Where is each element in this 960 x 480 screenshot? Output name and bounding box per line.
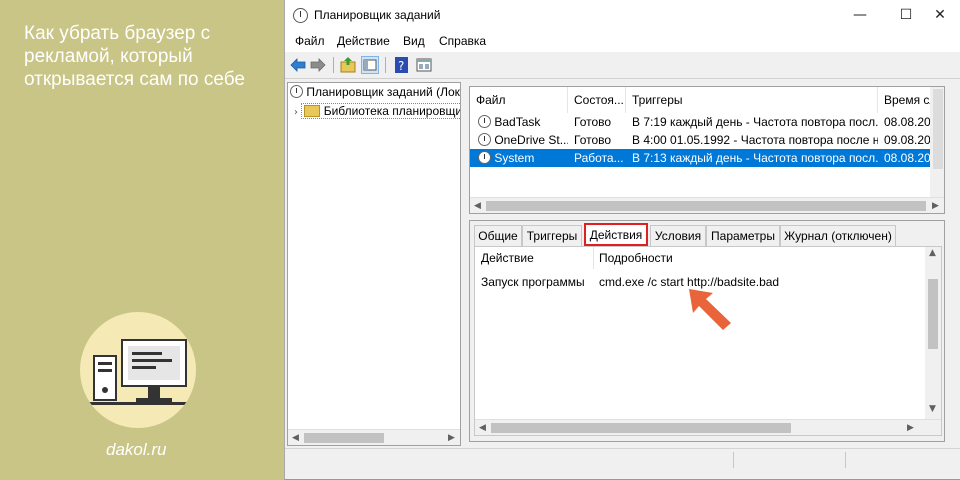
- help-icon[interactable]: ?: [393, 56, 411, 74]
- scroll-thumb[interactable]: [491, 423, 791, 433]
- task-trigger-cell: В 7:13 каждый день - Частота повтора пос…: [632, 151, 878, 165]
- task-name-cell: BadTask: [474, 113, 568, 131]
- menu-action[interactable]: Действие: [337, 34, 390, 48]
- scroll-thumb[interactable]: [486, 201, 926, 211]
- scroll-thumb[interactable]: [304, 433, 384, 443]
- menu-help[interactable]: Справка: [439, 34, 486, 48]
- task-name-cell: OneDrive St...: [474, 131, 568, 149]
- computer-logo-icon: [80, 312, 196, 428]
- title-bar: Планировщик заданий — ☐ ✕: [285, 0, 960, 30]
- column-divider: [593, 247, 594, 269]
- actions-header-action[interactable]: Действие: [481, 251, 534, 265]
- back-arrow-icon[interactable]: [289, 56, 307, 74]
- up-folder-icon[interactable]: [339, 56, 357, 74]
- tree-library-item[interactable]: › Библиотека планировщика заданий: [294, 103, 460, 121]
- article-banner: Как убрать браузер с рекламой, который о…: [0, 0, 284, 480]
- column-header-status[interactable]: Состоя...: [568, 87, 626, 113]
- task-scheduler-app-icon: [293, 8, 308, 23]
- navigation-tree: Планировщик заданий (Локальный) › Библио…: [287, 82, 461, 446]
- scroll-thumb[interactable]: [933, 89, 943, 169]
- forward-arrow-icon[interactable]: [309, 56, 327, 74]
- article-title: Как убрать браузер с рекламой, который о…: [24, 23, 245, 90]
- task-scheduler-window: Планировщик заданий — ☐ ✕ Файл Действие …: [284, 0, 960, 480]
- scroll-left-icon[interactable]: ◀: [474, 198, 481, 213]
- tab-general[interactable]: Общие: [474, 225, 522, 246]
- toolbar-separator: [333, 57, 334, 73]
- status-divider: [733, 452, 734, 468]
- scroll-right-icon[interactable]: ▶: [932, 198, 939, 213]
- tab-history[interactable]: Журнал (отключен): [780, 225, 896, 246]
- scroll-up-icon[interactable]: ▲: [929, 245, 936, 261]
- tree-root-item[interactable]: Планировщик заданий (Локальный): [290, 85, 460, 103]
- properties-icon[interactable]: [415, 56, 433, 74]
- task-list-horizontal-scrollbar[interactable]: ◀ ▶: [470, 197, 944, 213]
- action-type-cell[interactable]: Запуск программы: [481, 275, 585, 289]
- column-header-name[interactable]: Файл: [470, 87, 568, 113]
- chevron-right-icon[interactable]: ›: [294, 107, 298, 118]
- pointer-arrow-icon: [689, 289, 731, 330]
- scroll-right-icon[interactable]: ▶: [448, 430, 455, 446]
- tree-library-label: Библиотека планировщика заданий: [323, 104, 460, 118]
- toolbar-separator: [385, 57, 386, 73]
- status-bar: [285, 448, 960, 470]
- scheduler-folder-icon: [304, 105, 321, 117]
- toolbar: ?: [285, 52, 960, 79]
- site-name: dakol.ru: [106, 440, 167, 459]
- scroll-thumb[interactable]: [928, 279, 938, 349]
- task-status-cell: Работа...: [574, 151, 624, 165]
- scroll-down-icon[interactable]: ▼: [929, 401, 936, 417]
- tree-library-selected: Библиотека планировщика заданий: [301, 103, 460, 119]
- menu-view[interactable]: Вид: [403, 34, 425, 48]
- scroll-right-icon[interactable]: ▶: [907, 420, 914, 436]
- tab-parameters[interactable]: Параметры: [706, 225, 780, 246]
- task-clock-icon: [478, 133, 491, 146]
- menu-file[interactable]: Файл: [295, 34, 325, 48]
- actions-header-details[interactable]: Подробности: [599, 251, 673, 265]
- task-clock-icon: [478, 151, 491, 164]
- task-clock-icon: [478, 115, 491, 128]
- clock-icon: [290, 85, 303, 98]
- tab-actions[interactable]: Действия: [584, 223, 648, 246]
- tree-root-label: Планировщик заданий (Локальный): [306, 85, 460, 99]
- task-name-cell: System: [474, 149, 568, 167]
- task-trigger-cell: В 4:00 01.05.1992 - Частота повтора посл…: [632, 133, 878, 147]
- column-header-triggers[interactable]: Триггеры: [626, 87, 878, 113]
- minimize-button[interactable]: —: [837, 0, 883, 30]
- show-hide-tree-icon[interactable]: [361, 56, 379, 74]
- task-list: Файл Состоя... Триггеры Время след BadTa…: [469, 86, 945, 214]
- task-status-cell: Готово: [574, 133, 612, 147]
- actions-panel: Действие Подробности Запуск программы cm…: [474, 246, 942, 436]
- task-trigger-cell: В 7:19 каждый день - Частота повтора пос…: [632, 115, 878, 129]
- window-title: Планировщик заданий: [314, 8, 441, 22]
- tab-conditions[interactable]: Условия: [650, 225, 706, 246]
- scroll-left-icon[interactable]: ◀: [479, 420, 486, 436]
- scroll-left-icon[interactable]: ◀: [292, 430, 299, 446]
- close-button[interactable]: ✕: [917, 0, 960, 30]
- actions-vertical-scrollbar[interactable]: ▲ ▼: [925, 247, 941, 419]
- task-details-pane: Общие Триггеры Действия Условия Параметр…: [469, 220, 945, 442]
- task-status-cell: Готово: [574, 115, 612, 129]
- svg-text:?: ?: [398, 59, 404, 73]
- tree-horizontal-scrollbar[interactable]: ◀ ▶: [288, 429, 460, 445]
- task-next-run-cell: 08.08.2017 7: [884, 151, 930, 165]
- status-divider: [845, 452, 846, 468]
- task-list-vertical-scrollbar[interactable]: [930, 87, 944, 197]
- actions-horizontal-scrollbar[interactable]: ◀ ▶: [475, 419, 941, 435]
- tab-triggers[interactable]: Триггеры: [522, 225, 582, 246]
- menu-bar: Файл Действие Вид Справка: [285, 30, 960, 52]
